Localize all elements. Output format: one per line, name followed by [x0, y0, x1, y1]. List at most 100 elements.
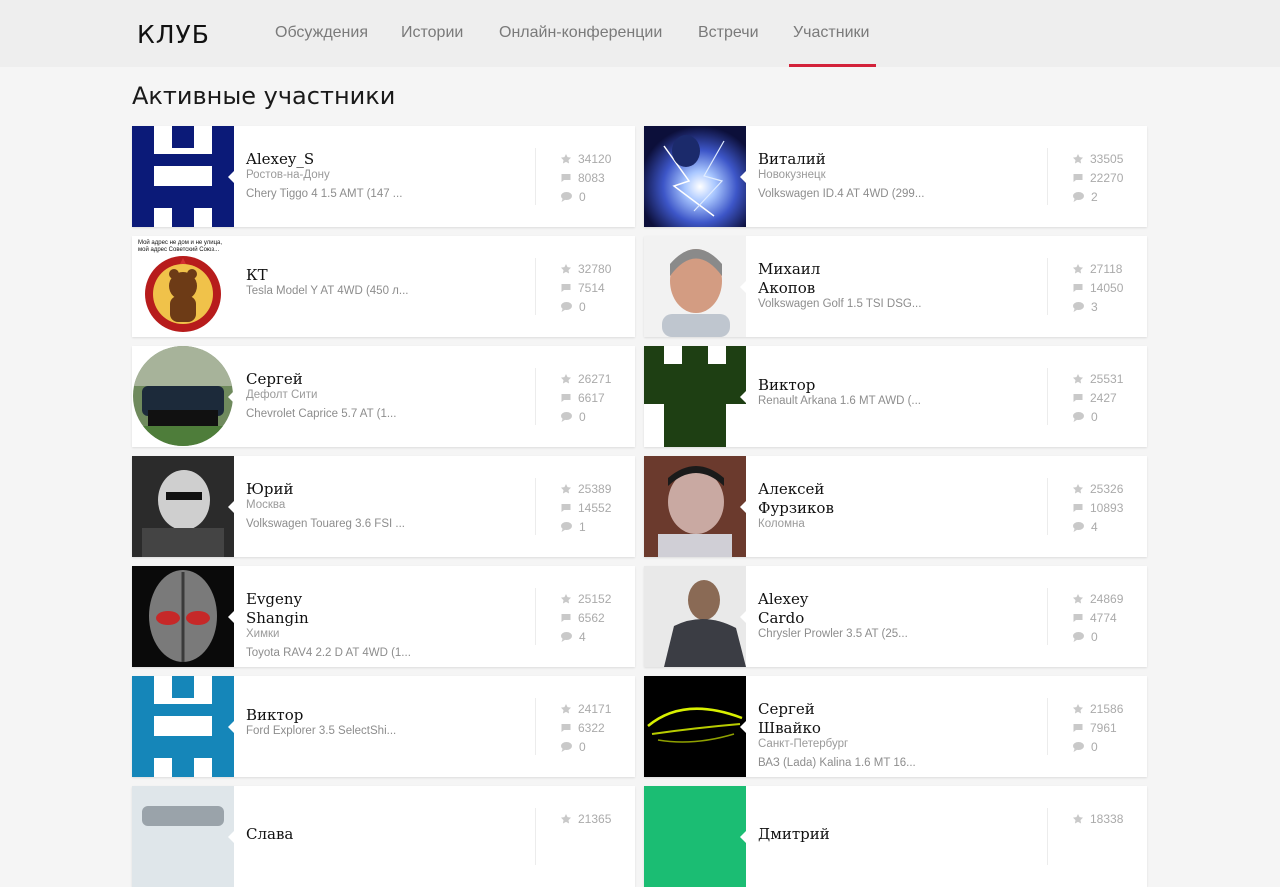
member-name[interactable]: Виталий: [758, 150, 826, 168]
member-car[interactable]: Chery Tiggo 4 1.5 AMT (147 ...: [246, 188, 402, 200]
member-name[interactable]: Shangin: [246, 609, 309, 627]
avatar[interactable]: [132, 456, 234, 557]
member-card[interactable]: Alexey_S Ростов-на-Дону Chery Tiggo 4 1.5 …: [132, 126, 635, 227]
member-name[interactable]: Дмитрий: [758, 825, 830, 843]
member-name[interactable]: Слава: [246, 825, 293, 843]
member-name[interactable]: Фурзиков: [758, 499, 834, 517]
member-posts: 22270: [1072, 171, 1123, 185]
avatar[interactable]: [644, 456, 746, 557]
member-car[interactable]: Volkswagen Golf 1.5 TSI DSG...: [758, 298, 921, 310]
member-car[interactable]: Tesla Model Y AT 4WD (450 л...: [246, 285, 408, 297]
member-car[interactable]: Ford Explorer 3.5 SelectShi...: [246, 725, 396, 737]
member-comments-value: 4: [579, 630, 586, 644]
member-name[interactable]: Alexey_S: [246, 150, 314, 168]
member-rating-value: 34120: [578, 152, 612, 166]
member-car[interactable]: Chrysler Prowler 3.5 AT (25...: [758, 628, 908, 640]
stats-divider: [535, 478, 536, 535]
member-name[interactable]: Михаил: [758, 260, 820, 278]
posts-icon: [1072, 392, 1084, 404]
avatar[interactable]: [644, 236, 746, 337]
member-car[interactable]: Renault Arkana 1.6 MT AWD (...: [758, 395, 921, 407]
member-card[interactable]: Alexey Cardo Chrysler Prowler 3.5 AT (25..…: [644, 566, 1147, 667]
member-name[interactable]: Cardo: [758, 609, 804, 627]
stats-divider: [1047, 698, 1048, 755]
avatar[interactable]: Мой адрес не дом и не улица, мой адрес Со…: [132, 236, 234, 337]
nav-online-conferences[interactable]: Онлайн-конференции: [499, 24, 662, 42]
member-name[interactable]: Алексей: [758, 480, 824, 498]
site-logo[interactable]: КЛУБ: [137, 20, 210, 49]
avatar-pointer: [228, 500, 235, 514]
member-comments: 0: [560, 190, 586, 204]
member-rating: 21365: [560, 812, 611, 826]
member-card[interactable]: Виталий Новокузнецк Volkswagen ID.4 AT 4WD…: [644, 126, 1147, 227]
active-tab-indicator: [789, 64, 876, 67]
member-info: Дмитрий: [758, 786, 1048, 887]
member-info: Алексей Фурзиков Коломна: [758, 456, 1048, 557]
member-card[interactable]: Михаил Акопов Volkswagen Golf 1.5 TSI DSG.…: [644, 236, 1147, 337]
member-name[interactable]: КТ: [246, 266, 268, 284]
member-city: Дефолт Сити: [246, 389, 318, 401]
avatar[interactable]: [644, 786, 746, 887]
member-name[interactable]: Швайко: [758, 719, 821, 737]
avatar[interactable]: [132, 786, 234, 887]
member-card[interactable]: Дмитрий 18338: [644, 786, 1147, 887]
member-card[interactable]: Слава 21365: [132, 786, 635, 887]
member-name[interactable]: Виктор: [246, 706, 303, 724]
member-info: Слава: [246, 786, 536, 887]
nav-meetings[interactable]: Встречи: [698, 24, 759, 42]
member-card[interactable]: Сергей Дефолт Сити Chevrolet Caprice 5.7 A…: [132, 346, 635, 447]
avatar[interactable]: [132, 346, 234, 447]
member-card[interactable]: Юрий Москва Volkswagen Touareg 3.6 FSI ...…: [132, 456, 635, 557]
member-name[interactable]: Юрий: [246, 480, 294, 498]
member-car[interactable]: Toyota RAV4 2.2 D AT 4WD (1...: [246, 647, 411, 659]
avatar-pointer: [228, 610, 235, 624]
member-comments: 0: [1072, 740, 1098, 754]
member-card[interactable]: Алексей Фурзиков Коломна 25326 10893 4: [644, 456, 1147, 557]
member-rating-value: 33505: [1090, 152, 1124, 166]
member-comments: 0: [1072, 410, 1098, 424]
avatar[interactable]: [132, 676, 234, 777]
member-posts-value: 6617: [578, 391, 605, 405]
posts-icon: [560, 502, 572, 514]
member-car[interactable]: Volkswagen ID.4 AT 4WD (299...: [758, 188, 924, 200]
member-name[interactable]: Evgeny: [246, 590, 302, 608]
stats-divider: [535, 148, 536, 205]
member-info: Evgeny Shangin Химки Toyota RAV4 2.2 D AT 4…: [246, 566, 536, 667]
avatar[interactable]: [644, 126, 746, 227]
member-rating-value: 25152: [578, 592, 612, 606]
member-card[interactable]: Виктор Ford Explorer 3.5 SelectShi... 2417…: [132, 676, 635, 777]
stats-divider: [1047, 478, 1048, 535]
member-car[interactable]: Volkswagen Touareg 3.6 FSI ...: [246, 518, 405, 530]
member-comments-value: 0: [579, 740, 586, 754]
member-car[interactable]: ВАЗ (Lada) Kalina 1.6 MT 16...: [758, 757, 916, 769]
avatar[interactable]: [644, 566, 746, 667]
nav-discussions[interactable]: Обсуждения: [275, 24, 368, 42]
comment-icon: [1072, 411, 1085, 423]
member-card[interactable]: Сергей Швайко Санкт-Петербург ВАЗ (Lada) Ka…: [644, 676, 1147, 777]
member-rating-value: 24869: [1090, 592, 1124, 606]
avatar-pointer: [740, 720, 747, 734]
nav-stories[interactable]: Истории: [401, 24, 463, 42]
member-car[interactable]: Chevrolet Caprice 5.7 AT (1...: [246, 408, 396, 420]
avatar[interactable]: [644, 346, 746, 447]
member-posts-value: 7514: [578, 281, 605, 295]
member-name[interactable]: Акопов: [758, 279, 815, 297]
member-name[interactable]: Виктор: [758, 376, 815, 394]
page-title: Активные участники: [132, 82, 396, 110]
member-name[interactable]: Сергей: [246, 370, 303, 388]
avatar[interactable]: [132, 566, 234, 667]
member-card[interactable]: Виктор Renault Arkana 1.6 MT AWD (... 2553…: [644, 346, 1147, 447]
member-posts: 7961: [1072, 721, 1117, 735]
comment-icon: [560, 741, 573, 753]
member-name[interactable]: Alexey: [758, 590, 808, 608]
member-card[interactable]: Мой адрес не дом и не улица, мой адрес Со…: [132, 236, 635, 337]
member-rating: 25326: [1072, 482, 1123, 496]
member-name[interactable]: Сергей: [758, 700, 815, 718]
member-info: Alexey Cardo Chrysler Prowler 3.5 AT (25..…: [758, 566, 1048, 667]
avatar[interactable]: [132, 126, 234, 227]
avatar[interactable]: [644, 676, 746, 777]
nav-members[interactable]: Участники: [793, 24, 869, 42]
avatar-pointer: [228, 830, 235, 844]
member-card[interactable]: Evgeny Shangin Химки Toyota RAV4 2.2 D AT 4…: [132, 566, 635, 667]
member-rating-value: 26271: [578, 372, 612, 386]
